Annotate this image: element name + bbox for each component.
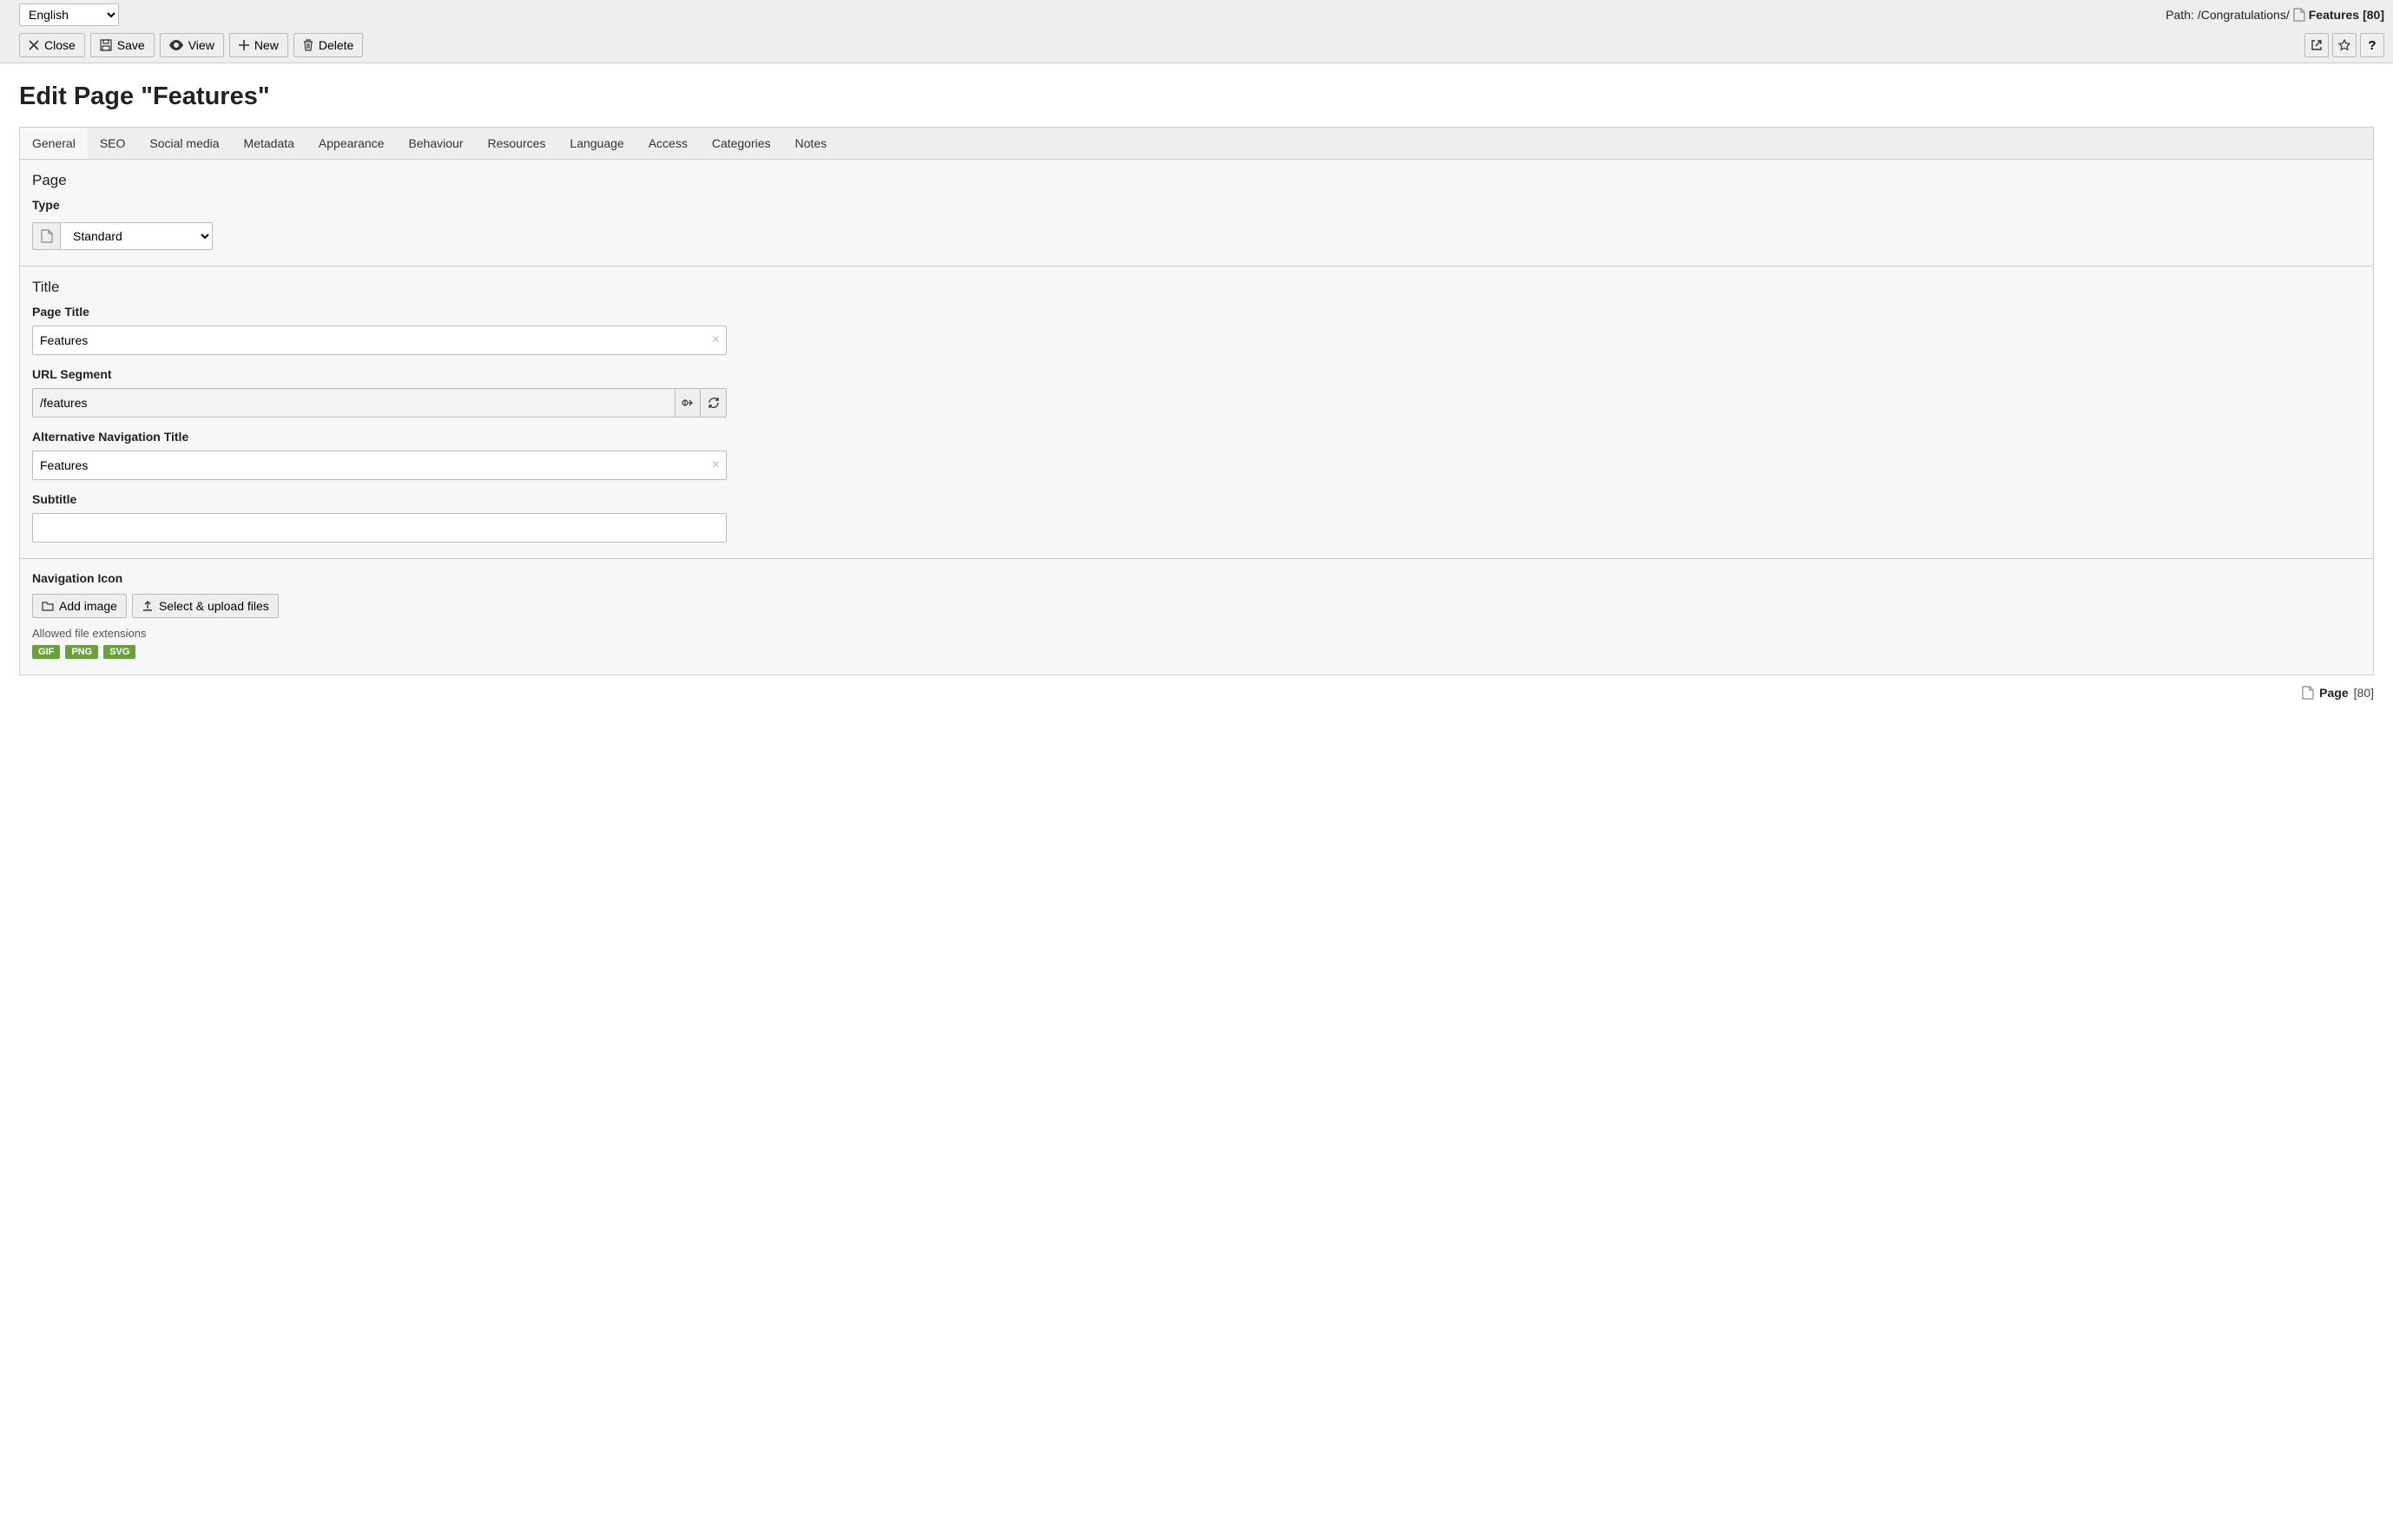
- select-upload-button[interactable]: Select & upload files: [132, 594, 279, 618]
- subtitle-label: Subtitle: [32, 492, 2361, 506]
- section-title-heading: Title: [32, 279, 2361, 296]
- alt-nav-label: Alternative Navigation Title: [32, 430, 2361, 444]
- subtitle-input-wrap: [32, 513, 727, 543]
- view-label: View: [188, 38, 214, 52]
- footer: Page [80]: [0, 681, 2393, 710]
- page-icon: [2293, 8, 2305, 22]
- badge-png: PNG: [65, 645, 98, 659]
- close-label: Close: [44, 38, 76, 52]
- tab-access[interactable]: Access: [636, 128, 700, 159]
- page-icon: [2302, 686, 2314, 700]
- add-image-button[interactable]: Add image: [32, 594, 127, 618]
- alt-nav-input[interactable]: [32, 451, 727, 480]
- tab-notes[interactable]: Notes: [783, 128, 840, 159]
- new-label: New: [254, 38, 279, 52]
- add-image-label: Add image: [59, 599, 117, 613]
- path-value: /Congratulations/: [2198, 8, 2290, 22]
- tab-categories[interactable]: Categories: [700, 128, 783, 159]
- save-icon: [100, 39, 112, 51]
- extension-badges: GIF PNG SVG: [32, 645, 2361, 659]
- view-button[interactable]: View: [160, 33, 224, 57]
- open-external-button[interactable]: [2304, 33, 2329, 57]
- select-upload-label: Select & upload files: [159, 599, 269, 613]
- url-recalc-button[interactable]: [701, 388, 727, 418]
- url-segment-group: [32, 388, 727, 418]
- upload-icon: [142, 600, 154, 612]
- delete-label: Delete: [319, 38, 353, 52]
- toolbar: Close Save View New: [19, 33, 363, 57]
- tab-general[interactable]: General: [20, 128, 88, 159]
- url-toggle-button[interactable]: [676, 388, 702, 418]
- alt-nav-input-wrap: ×: [32, 451, 727, 480]
- path-page-id: [80]: [2363, 8, 2384, 22]
- footer-id: [80]: [2354, 686, 2374, 700]
- allowed-extensions-label: Allowed file extensions: [32, 627, 2361, 640]
- page-title: Edit Page "Features": [19, 82, 2374, 111]
- close-button[interactable]: Close: [19, 33, 85, 57]
- save-button[interactable]: Save: [90, 33, 155, 57]
- page-icon: [32, 222, 60, 250]
- tab-social-media[interactable]: Social media: [137, 128, 231, 159]
- delete-button[interactable]: Delete: [293, 33, 363, 57]
- topbar: English Path: /Congratulations/ Features…: [0, 0, 2393, 63]
- new-button[interactable]: New: [229, 33, 288, 57]
- tab-metadata[interactable]: Metadata: [232, 128, 307, 159]
- content: Edit Page "Features" General SEO Social …: [0, 63, 2393, 681]
- help-button[interactable]: ?: [2360, 33, 2384, 57]
- page-title-label: Page Title: [32, 305, 2361, 319]
- save-label: Save: [117, 38, 145, 52]
- section-page-heading: Page: [32, 172, 2361, 189]
- close-icon: [29, 40, 39, 50]
- tab-appearance[interactable]: Appearance: [307, 128, 397, 159]
- topbar-row2: Close Save View New: [19, 33, 2384, 57]
- tabs: General SEO Social media Metadata Appear…: [19, 127, 2374, 159]
- type-label: Type: [32, 198, 2361, 212]
- path-page-name: Features: [2309, 8, 2359, 22]
- tab-seo[interactable]: SEO: [88, 128, 138, 159]
- section-page: Page Type Standard: [20, 160, 2373, 267]
- subtitle-input[interactable]: [32, 513, 727, 543]
- section-nav-icon: Navigation Icon Add image Select & uploa…: [20, 559, 2373, 675]
- plus-icon: [239, 40, 249, 50]
- badge-svg: SVG: [103, 645, 135, 659]
- page-title-input-wrap: ×: [32, 326, 727, 355]
- url-segment-label: URL Segment: [32, 367, 2361, 381]
- path-label: Path:: [2166, 8, 2194, 22]
- badge-gif: GIF: [32, 645, 60, 659]
- tab-resources[interactable]: Resources: [475, 128, 557, 159]
- breadcrumb: Path: /Congratulations/ Features [80]: [2166, 8, 2384, 22]
- nav-icon-buttons: Add image Select & upload files: [32, 594, 2361, 618]
- page-title-input[interactable]: [32, 326, 727, 355]
- topbar-row1: English Path: /Congratulations/ Features…: [19, 3, 2384, 30]
- footer-type: Page: [2319, 686, 2348, 700]
- section-title: Title Page Title × URL Segment: [20, 267, 2373, 559]
- trash-icon: [303, 39, 313, 51]
- eye-icon: [169, 40, 183, 50]
- clear-icon[interactable]: ×: [712, 332, 720, 348]
- url-segment-input[interactable]: [32, 388, 676, 418]
- language-select[interactable]: English: [19, 3, 119, 26]
- tab-language[interactable]: Language: [557, 128, 636, 159]
- type-group: Standard: [32, 222, 2361, 250]
- panel-general: Page Type Standard Title Page Title ×: [19, 159, 2374, 675]
- nav-icon-heading: Navigation Icon: [32, 571, 2361, 585]
- clear-icon[interactable]: ×: [712, 457, 720, 473]
- tab-behaviour[interactable]: Behaviour: [396, 128, 475, 159]
- type-select[interactable]: Standard: [60, 222, 213, 250]
- folder-icon: [42, 601, 54, 611]
- right-toolbar: ?: [2304, 33, 2384, 57]
- bookmark-button[interactable]: [2332, 33, 2357, 57]
